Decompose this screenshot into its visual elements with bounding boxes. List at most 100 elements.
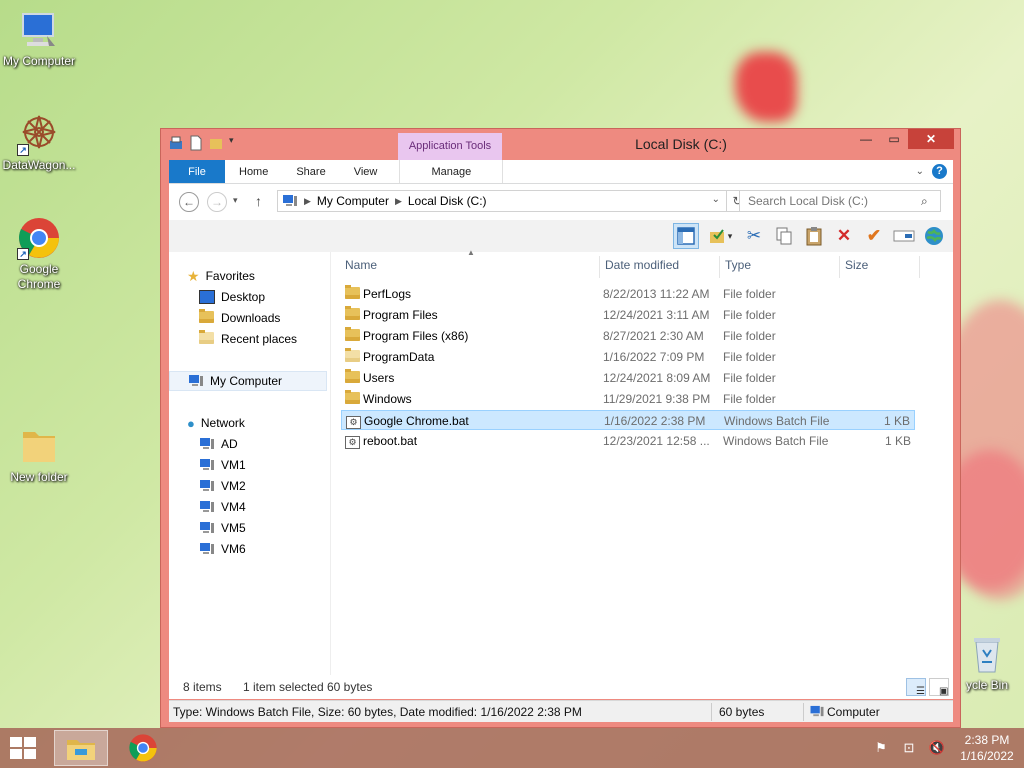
column-divider[interactable] bbox=[919, 256, 920, 278]
network-status-icon[interactable]: ⊡ bbox=[900, 740, 918, 756]
desktop-icon-recycle-bin[interactable]: ycle Bin bbox=[950, 632, 1024, 693]
nav-label: My Computer bbox=[210, 374, 283, 388]
back-button[interactable]: ← bbox=[179, 192, 199, 212]
confirm-button[interactable]: ✔ bbox=[861, 223, 887, 249]
nav-network-host[interactable]: VM6 bbox=[199, 539, 246, 559]
folder-icon bbox=[17, 424, 61, 468]
file-row[interactable]: Users 12/24/2021 8:09 AM File folder bbox=[341, 368, 915, 388]
breadcrumb-my-computer[interactable]: My Computer bbox=[317, 194, 389, 208]
column-header-name[interactable]: Name bbox=[345, 258, 377, 276]
copy-button[interactable] bbox=[771, 223, 797, 249]
recent-locations-dropdown[interactable]: ▾ bbox=[233, 195, 238, 206]
desktop-icon bbox=[199, 290, 215, 304]
nav-network-host[interactable]: VM4 bbox=[199, 497, 246, 517]
nav-network-host[interactable]: VM1 bbox=[199, 455, 246, 475]
file-date-modified: 12/24/2021 3:11 AM bbox=[603, 308, 710, 322]
computer-icon bbox=[199, 542, 215, 556]
properties-icon[interactable] bbox=[169, 135, 183, 151]
system-tray: ⚑ ⊡ 🔇 2:38 PM 1/16/2022 bbox=[872, 732, 1018, 764]
tab-share[interactable]: Share bbox=[282, 160, 339, 183]
file-type: File folder bbox=[723, 350, 776, 364]
start-button[interactable] bbox=[10, 737, 38, 759]
nav-desktop[interactable]: Desktop bbox=[199, 287, 265, 307]
file-row[interactable]: Windows 11/29/2021 9:38 PM File folder bbox=[341, 389, 915, 409]
desktop-icon-new-folder[interactable]: New folder bbox=[0, 424, 78, 485]
desktop-icon-my-computer[interactable]: My Computer bbox=[0, 8, 78, 69]
datawagon-logo-icon: ↗ bbox=[17, 112, 61, 156]
explorer-window[interactable]: ▾ Application Tools Local Disk (C:) — ▭ … bbox=[160, 128, 961, 728]
large-icons-view-button[interactable]: ▣ bbox=[929, 678, 949, 697]
nav-network-host[interactable]: VM5 bbox=[199, 518, 246, 538]
paste-button[interactable] bbox=[801, 223, 827, 249]
taskbar-file-explorer[interactable] bbox=[54, 730, 108, 766]
close-button[interactable]: ✕ bbox=[908, 129, 954, 149]
nav-my-computer[interactable]: My Computer bbox=[169, 371, 327, 391]
address-bar[interactable]: ▶ My Computer ▶ Local Disk (C:) ⌄ bbox=[277, 190, 727, 212]
title-bar[interactable]: ▾ Application Tools Local Disk (C:) — ▭ … bbox=[161, 129, 960, 160]
rename-button[interactable] bbox=[891, 223, 917, 249]
nav-downloads[interactable]: Downloads bbox=[199, 308, 280, 328]
file-row[interactable]: Program Files (x86) 8/27/2021 2:30 AM File… bbox=[341, 326, 915, 346]
folder-icon bbox=[345, 348, 360, 362]
file-row[interactable]: ⚙ Google Chrome.bat 1/16/2022 2:38 PM Windo… bbox=[341, 410, 915, 430]
forward-button[interactable]: → bbox=[207, 192, 227, 212]
cut-button[interactable]: ✂ bbox=[741, 223, 767, 249]
delete-button[interactable]: ✕ bbox=[831, 223, 857, 249]
file-row[interactable]: PerfLogs 8/22/2013 11:22 AM File folder bbox=[341, 284, 915, 304]
select-folder-button[interactable]: ▾ bbox=[703, 223, 737, 249]
file-name: Google Chrome.bat bbox=[364, 414, 469, 428]
file-row[interactable]: Program Files 12/24/2021 3:11 AM File fold… bbox=[341, 305, 915, 325]
details-view-button[interactable]: ☰ bbox=[906, 678, 926, 697]
details-bar: Type: Windows Batch File, Size: 60 bytes… bbox=[169, 700, 953, 722]
column-divider[interactable] bbox=[599, 256, 600, 278]
minimize-button[interactable]: — bbox=[852, 129, 880, 149]
computer-icon bbox=[199, 437, 215, 451]
tab-file[interactable]: File bbox=[169, 160, 225, 183]
explorer-content: ★ Favorites Desktop Downloads Recent pla… bbox=[169, 248, 953, 675]
file-date-modified: 1/16/2022 7:09 PM bbox=[603, 350, 705, 364]
nav-network-host[interactable]: AD bbox=[199, 434, 238, 454]
nav-recent-places[interactable]: Recent places bbox=[199, 329, 297, 349]
nav-network-host[interactable]: VM2 bbox=[199, 476, 246, 496]
tab-manage[interactable]: Manage bbox=[399, 160, 504, 183]
customize-qat-icon[interactable]: ▾ bbox=[229, 135, 243, 151]
file-name: Users bbox=[363, 371, 395, 385]
tab-home[interactable]: Home bbox=[225, 160, 282, 183]
nav-network[interactable]: ● Network bbox=[187, 413, 245, 433]
breadcrumb-local-disk[interactable]: Local Disk (C:) bbox=[408, 194, 487, 208]
column-divider[interactable] bbox=[719, 256, 720, 278]
file-size: 1 KB bbox=[883, 414, 910, 428]
network-globe-button[interactable] bbox=[921, 223, 947, 249]
search-input[interactable] bbox=[739, 190, 941, 212]
search-icon[interactable]: ⌕ bbox=[921, 194, 928, 209]
system-clock[interactable]: 2:38 PM 1/16/2022 bbox=[956, 732, 1018, 764]
nav-favorites[interactable]: ★ Favorites bbox=[187, 266, 255, 286]
desktop-icon-datawagon[interactable]: ↗ DataWagon... bbox=[0, 112, 78, 173]
volume-muted-icon[interactable]: 🔇 bbox=[928, 740, 946, 756]
file-size: 1 KB bbox=[884, 434, 911, 448]
action-center-flag-icon[interactable]: ⚑ bbox=[872, 740, 890, 756]
expand-ribbon-icon[interactable]: ⌄ bbox=[916, 166, 924, 177]
file-type: Windows Batch File bbox=[724, 414, 830, 428]
large-icons-view-icon: ▣ bbox=[939, 686, 949, 697]
help-icon[interactable]: ? bbox=[932, 164, 947, 179]
column-header-date-modified[interactable]: Date modified bbox=[605, 258, 679, 276]
column-divider[interactable] bbox=[839, 256, 840, 278]
file-row[interactable]: ⚙ reboot.bat 12/23/2021 12:58 ... Windows B… bbox=[341, 431, 915, 451]
maximize-button[interactable]: ▭ bbox=[880, 129, 908, 149]
paste-icon bbox=[806, 227, 822, 246]
column-header-type[interactable]: Type bbox=[725, 258, 751, 276]
nav-label: AD bbox=[221, 437, 238, 451]
taskbar-google-chrome[interactable] bbox=[118, 730, 168, 766]
nav-label: VM2 bbox=[221, 479, 246, 493]
preview-pane-button[interactable] bbox=[673, 223, 699, 249]
address-dropdown-icon[interactable]: ⌄ bbox=[712, 194, 720, 205]
new-document-icon[interactable] bbox=[189, 135, 203, 151]
tab-view[interactable]: View bbox=[340, 160, 392, 183]
desktop-icon-google-chrome[interactable]: ↗ Google Chrome bbox=[0, 216, 78, 292]
up-button[interactable]: ↑ bbox=[255, 193, 262, 209]
details-size: 60 bytes bbox=[719, 705, 765, 719]
column-header-size[interactable]: Size bbox=[845, 258, 868, 276]
file-row[interactable]: ProgramData 1/16/2022 7:09 PM File folder bbox=[341, 347, 915, 367]
new-folder-icon[interactable] bbox=[209, 135, 223, 151]
